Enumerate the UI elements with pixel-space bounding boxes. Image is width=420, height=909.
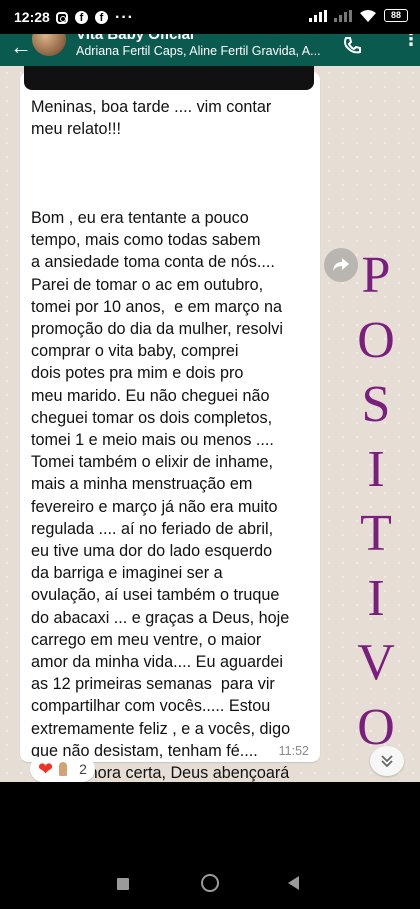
- overlay-letter: V: [357, 634, 395, 691]
- instagram-icon: [56, 11, 68, 24]
- scroll-down-button[interactable]: [370, 746, 404, 776]
- group-avatar[interactable]: [32, 34, 66, 56]
- signal-2-icon: [334, 9, 352, 22]
- praying-hands-icon: [55, 761, 71, 777]
- more-notifications-icon: ···: [115, 8, 134, 26]
- navigation-bar: [0, 782, 420, 909]
- chat-area[interactable]: Meninas, boa tarde .... vim contar meu r…: [0, 66, 420, 782]
- reaction-count: 2: [79, 761, 87, 777]
- status-bar: 12:28 f f ··· 88: [0, 0, 420, 34]
- message-bubble[interactable]: Meninas, boa tarde .... vim contar meu r…: [20, 66, 320, 782]
- menu-icon[interactable]: ⋮: [402, 34, 420, 48]
- wifi-icon: [360, 10, 376, 22]
- notification-icons: f f ···: [56, 8, 134, 26]
- chat-header: ← Vita Baby Oficial Adriana Fertil Caps,…: [0, 34, 420, 66]
- system-icons: 88: [309, 9, 408, 22]
- back-icon[interactable]: [288, 876, 299, 890]
- recent-apps-icon[interactable]: [117, 878, 129, 890]
- positivo-overlay: P O S I T I V O: [352, 244, 400, 760]
- message-text: Meninas, boa tarde .... vim contar meu r…: [31, 98, 291, 782]
- battery-icon: 88: [384, 9, 408, 22]
- group-members[interactable]: Adriana Fertil Caps, Aline Fertil Gravid…: [76, 44, 336, 58]
- facebook-icon: f: [95, 11, 108, 24]
- back-arrow-icon[interactable]: ←: [10, 34, 32, 60]
- double-chevron-down-icon: [381, 755, 393, 768]
- call-add-icon[interactable]: [342, 36, 362, 56]
- overlay-letter: O: [357, 311, 395, 369]
- overlay-letter: P: [361, 247, 391, 304]
- heart-icon: ❤: [38, 759, 54, 779]
- status-time: 12:28: [14, 9, 50, 25]
- forward-icon: [333, 258, 349, 271]
- home-icon[interactable]: [201, 874, 219, 892]
- overlay-letter: S: [361, 376, 391, 433]
- overlay-letter: I: [367, 569, 385, 627]
- group-title[interactable]: Vita Baby Oficial: [76, 34, 194, 43]
- facebook-icon: f: [75, 11, 88, 24]
- message-time: 11:52: [278, 744, 309, 758]
- signal-icon: [309, 9, 327, 22]
- overlay-letter: T: [360, 505, 392, 562]
- overlay-letter: I: [367, 440, 385, 498]
- message-media-preview[interactable]: [24, 66, 314, 90]
- message-reactions[interactable]: ❤ 2: [30, 756, 95, 782]
